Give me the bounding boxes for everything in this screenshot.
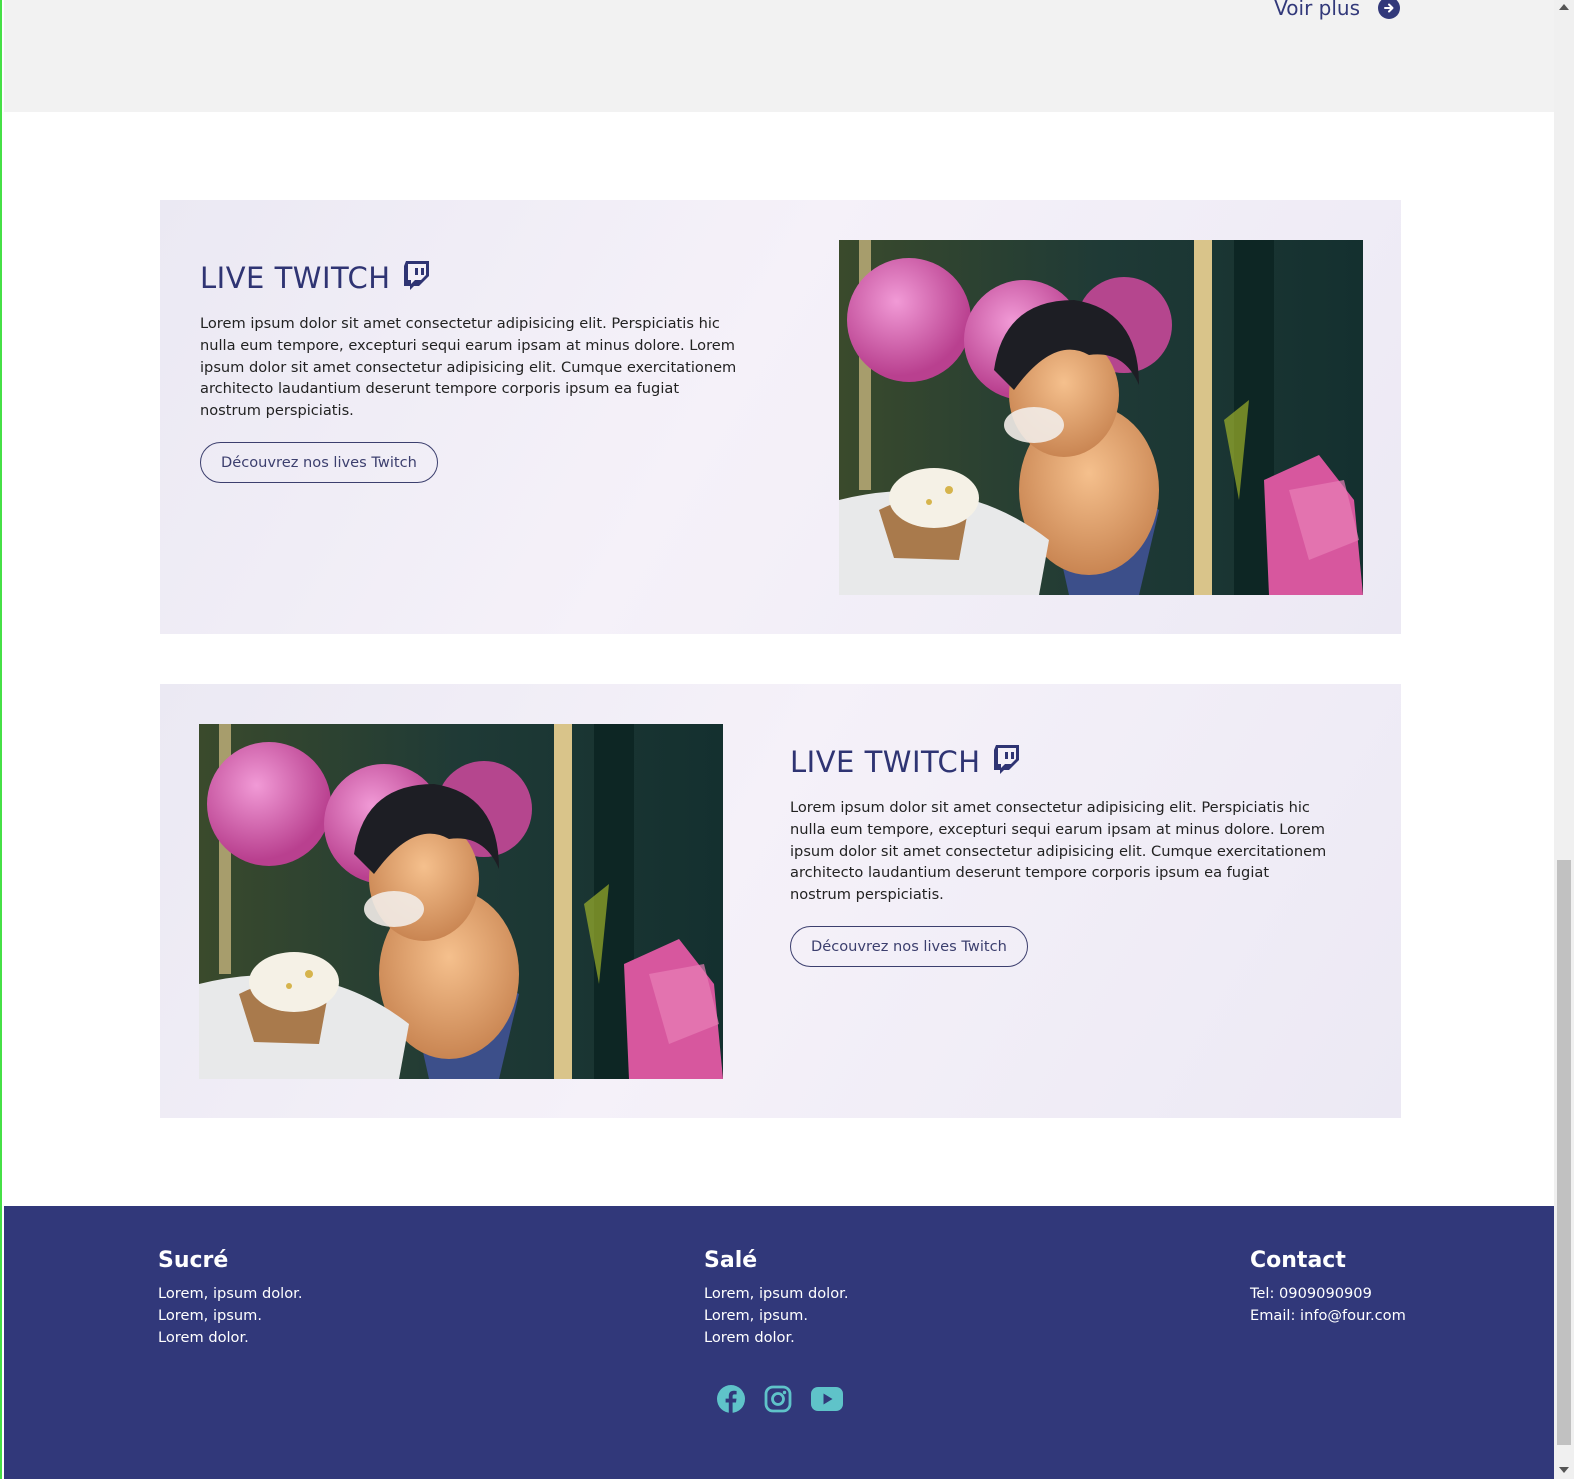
decouvrez-lives-button[interactable]: Découvrez nos lives Twitch (200, 441, 438, 483)
card-text-block: LIVE TWITCH Lorem ipsum dolor sit amet c… (200, 260, 740, 483)
footer-line: Lorem dolor. (704, 1328, 795, 1346)
arrow-right-icon (1378, 0, 1400, 19)
page: Voir plus LIVE TWITCH Lorem ipsum dolor … (4, 0, 1574, 1479)
twitch-icon (993, 744, 1021, 781)
twitch-card-1: LIVE TWITCH Lorem ipsum dolor sit amet c… (160, 200, 1401, 634)
baby-cake-photo (839, 240, 1363, 595)
social-links (716, 1384, 844, 1418)
instagram-icon[interactable] (764, 1385, 792, 1417)
card-title-text: LIVE TWITCH (790, 745, 981, 779)
card-title: LIVE TWITCH (790, 744, 1330, 781)
footer-col-sale: Salé Lorem, ipsum dolor. Lorem, ipsum. L… (704, 1248, 848, 1348)
twitch-card-2: LIVE TWITCH Lorem ipsum dolor sit amet c… (160, 684, 1401, 1118)
footer-heading-sucre: Sucré (158, 1248, 229, 1273)
facebook-icon[interactable] (716, 1384, 746, 1418)
card-title: LIVE TWITCH (200, 260, 740, 297)
footer-heading-sale: Salé (704, 1248, 758, 1273)
scroll-down-arrow-icon[interactable] (1559, 1467, 1569, 1473)
scroll-up-arrow-icon[interactable] (1559, 4, 1569, 10)
voir-plus-link[interactable]: Voir plus (1274, 0, 1400, 20)
previous-section-band: Voir plus (4, 0, 1574, 112)
footer: Sucré Lorem, ipsum dolor. Lorem, ipsum. … (4, 1206, 1554, 1479)
youtube-icon[interactable] (810, 1386, 844, 1416)
footer-line: Lorem dolor. (158, 1328, 249, 1346)
contact-tel: Tel: 0909090909 (1250, 1285, 1372, 1302)
card-text-block: LIVE TWITCH Lorem ipsum dolor sit amet c… (790, 744, 1330, 967)
contact-email[interactable]: Email: info@four.com (1250, 1305, 1406, 1327)
footer-line: Lorem, ipsum dolor. (704, 1285, 849, 1302)
scrollbar-thumb[interactable] (1557, 860, 1571, 1445)
card-description: Lorem ipsum dolor sit amet consectetur a… (200, 315, 737, 420)
footer-col-sucre: Sucré Lorem, ipsum dolor. Lorem, ipsum. … (158, 1248, 302, 1348)
footer-line: Lorem, ipsum dolor. (158, 1285, 303, 1302)
card-title-text: LIVE TWITCH (200, 261, 391, 295)
decouvrez-lives-button[interactable]: Découvrez nos lives Twitch (790, 925, 1028, 967)
baby-cake-photo (199, 724, 723, 1079)
footer-col-contact: Contact Tel: 0909090909 Email: info@four… (1250, 1248, 1406, 1327)
card-description: Lorem ipsum dolor sit amet consectetur a… (790, 799, 1327, 904)
voir-plus-label: Voir plus (1274, 0, 1360, 20)
footer-heading-contact: Contact (1250, 1248, 1346, 1273)
footer-line: Lorem, ipsum. (704, 1306, 808, 1324)
twitch-icon (403, 260, 431, 297)
vertical-scrollbar[interactable] (1554, 0, 1574, 1479)
footer-line: Lorem, ipsum. (158, 1306, 262, 1324)
